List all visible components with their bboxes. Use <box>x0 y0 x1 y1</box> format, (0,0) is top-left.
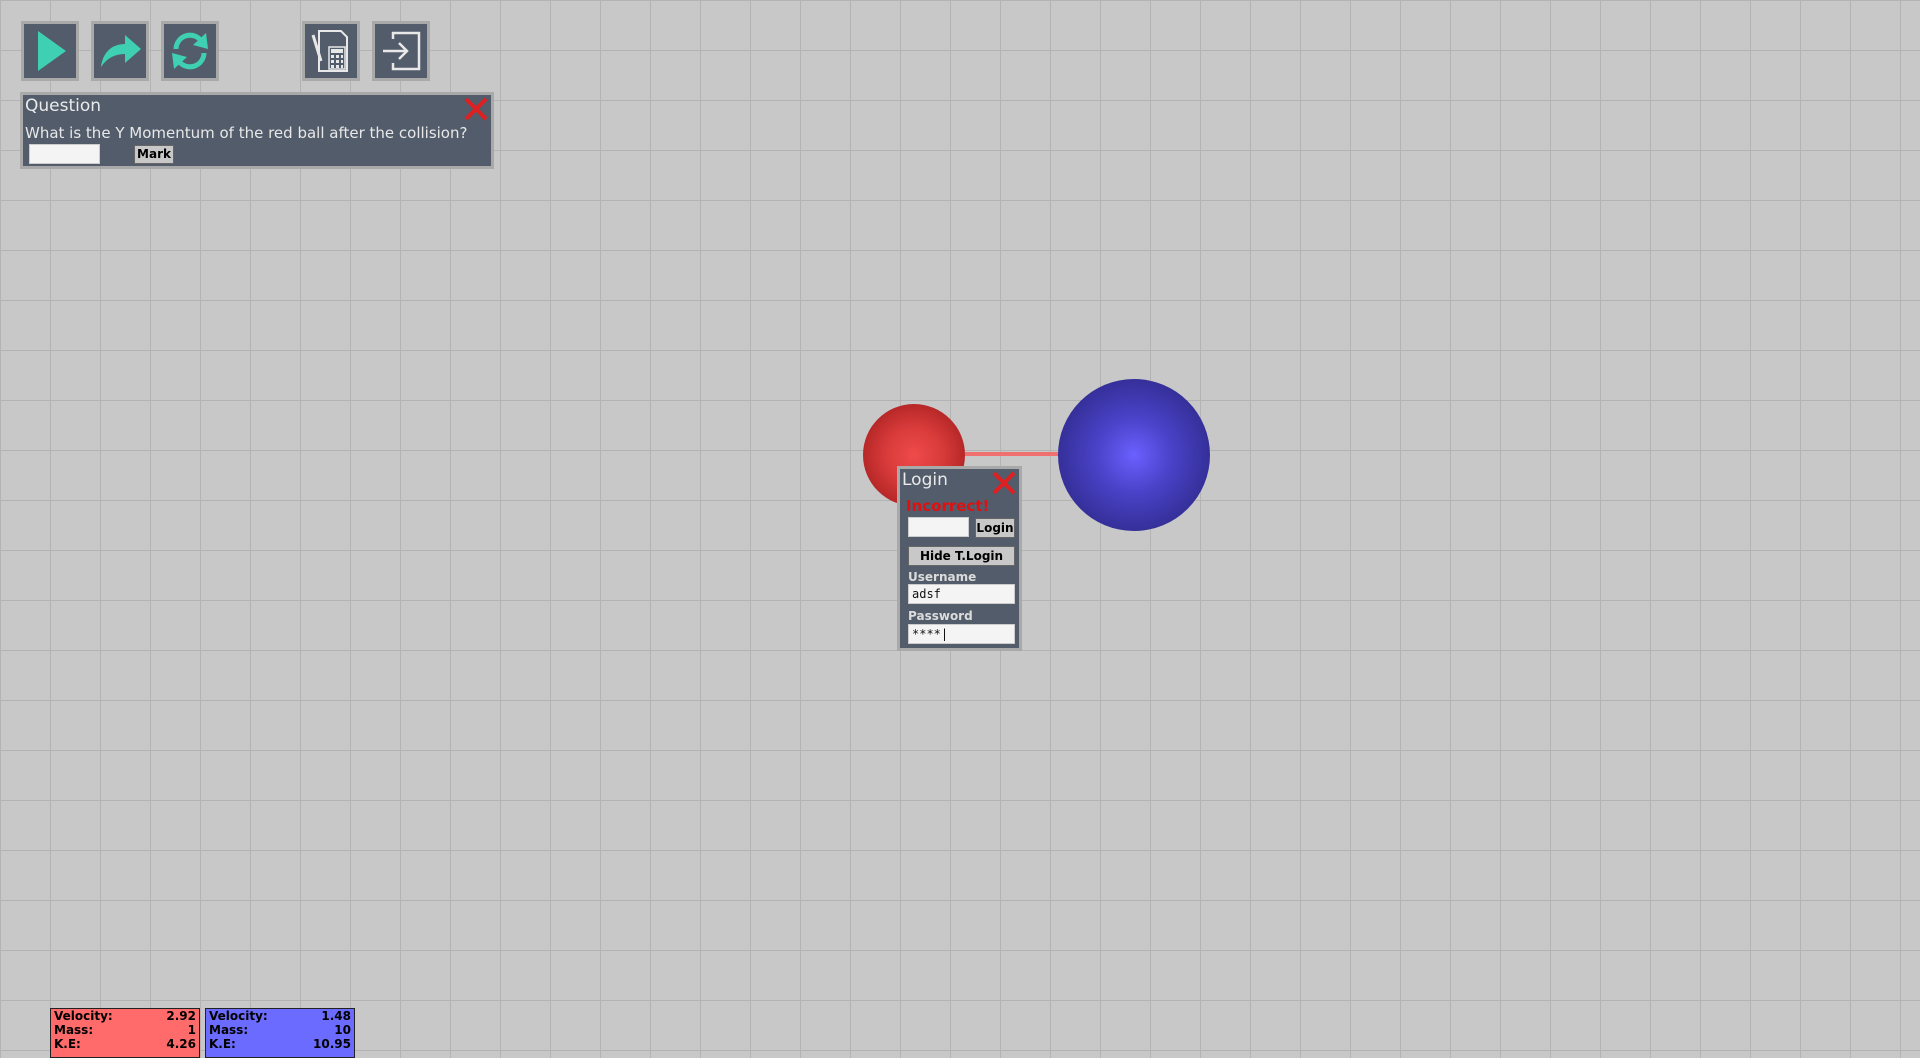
step-button[interactable] <box>91 21 149 81</box>
login-title: Login <box>902 470 948 490</box>
mark-button[interactable]: Mark <box>134 145 174 164</box>
calculator-button[interactable] <box>302 21 360 81</box>
mass-label: Mass: <box>54 1023 94 1037</box>
password-label: Password <box>908 609 973 623</box>
refresh-icon <box>166 27 214 75</box>
ke-value: 4.26 <box>166 1037 196 1051</box>
notepad-calculator-icon <box>307 27 355 75</box>
ke-label: K.E: <box>54 1037 81 1051</box>
forward-arrow-icon <box>97 31 143 71</box>
velocity-value: 1.48 <box>321 1009 351 1023</box>
username-label: Username <box>908 570 977 584</box>
reset-button[interactable] <box>161 21 219 81</box>
login-status-message: Incorrect! <box>906 497 990 515</box>
velocity-label: Velocity: <box>54 1009 113 1023</box>
blue-ball-info: Velocity: 1.48 Mass: 10 K.E: 10.95 <box>205 1008 355 1058</box>
velocity-value: 2.92 <box>166 1009 196 1023</box>
question-text: What is the Y Momentum of the red ball a… <box>25 124 468 142</box>
blue-ball[interactable] <box>1058 379 1210 531</box>
close-icon[interactable] <box>989 469 1019 499</box>
close-icon[interactable] <box>461 95 491 125</box>
answer-input[interactable] <box>29 144 100 164</box>
mass-label: Mass: <box>209 1023 249 1037</box>
ke-label: K.E: <box>209 1037 236 1051</box>
password-field[interactable]: ****| <box>908 624 1015 644</box>
login-arrow-icon <box>377 27 425 75</box>
login-toggle-button[interactable] <box>372 21 430 81</box>
velocity-label: Velocity: <box>209 1009 268 1023</box>
question-panel: Question What is the Y Momentum of the r… <box>20 92 494 169</box>
ke-value: 10.95 <box>313 1037 351 1051</box>
mass-value: 10 <box>334 1023 351 1037</box>
red-ball-info: Velocity: 2.92 Mass: 1 K.E: 4.26 <box>50 1008 200 1058</box>
velocity-line <box>965 452 1058 456</box>
hide-login-button[interactable]: Hide T.Login <box>908 546 1015 566</box>
login-panel: Login Incorrect! Login Hide T.Login User… <box>897 466 1022 651</box>
login-code-input[interactable] <box>908 517 969 537</box>
mass-value: 1 <box>187 1023 196 1037</box>
username-field[interactable]: adsf <box>908 584 1015 604</box>
play-button[interactable] <box>21 21 79 81</box>
login-button[interactable]: Login <box>975 518 1015 538</box>
question-title: Question <box>25 96 102 116</box>
play-icon <box>30 29 70 73</box>
